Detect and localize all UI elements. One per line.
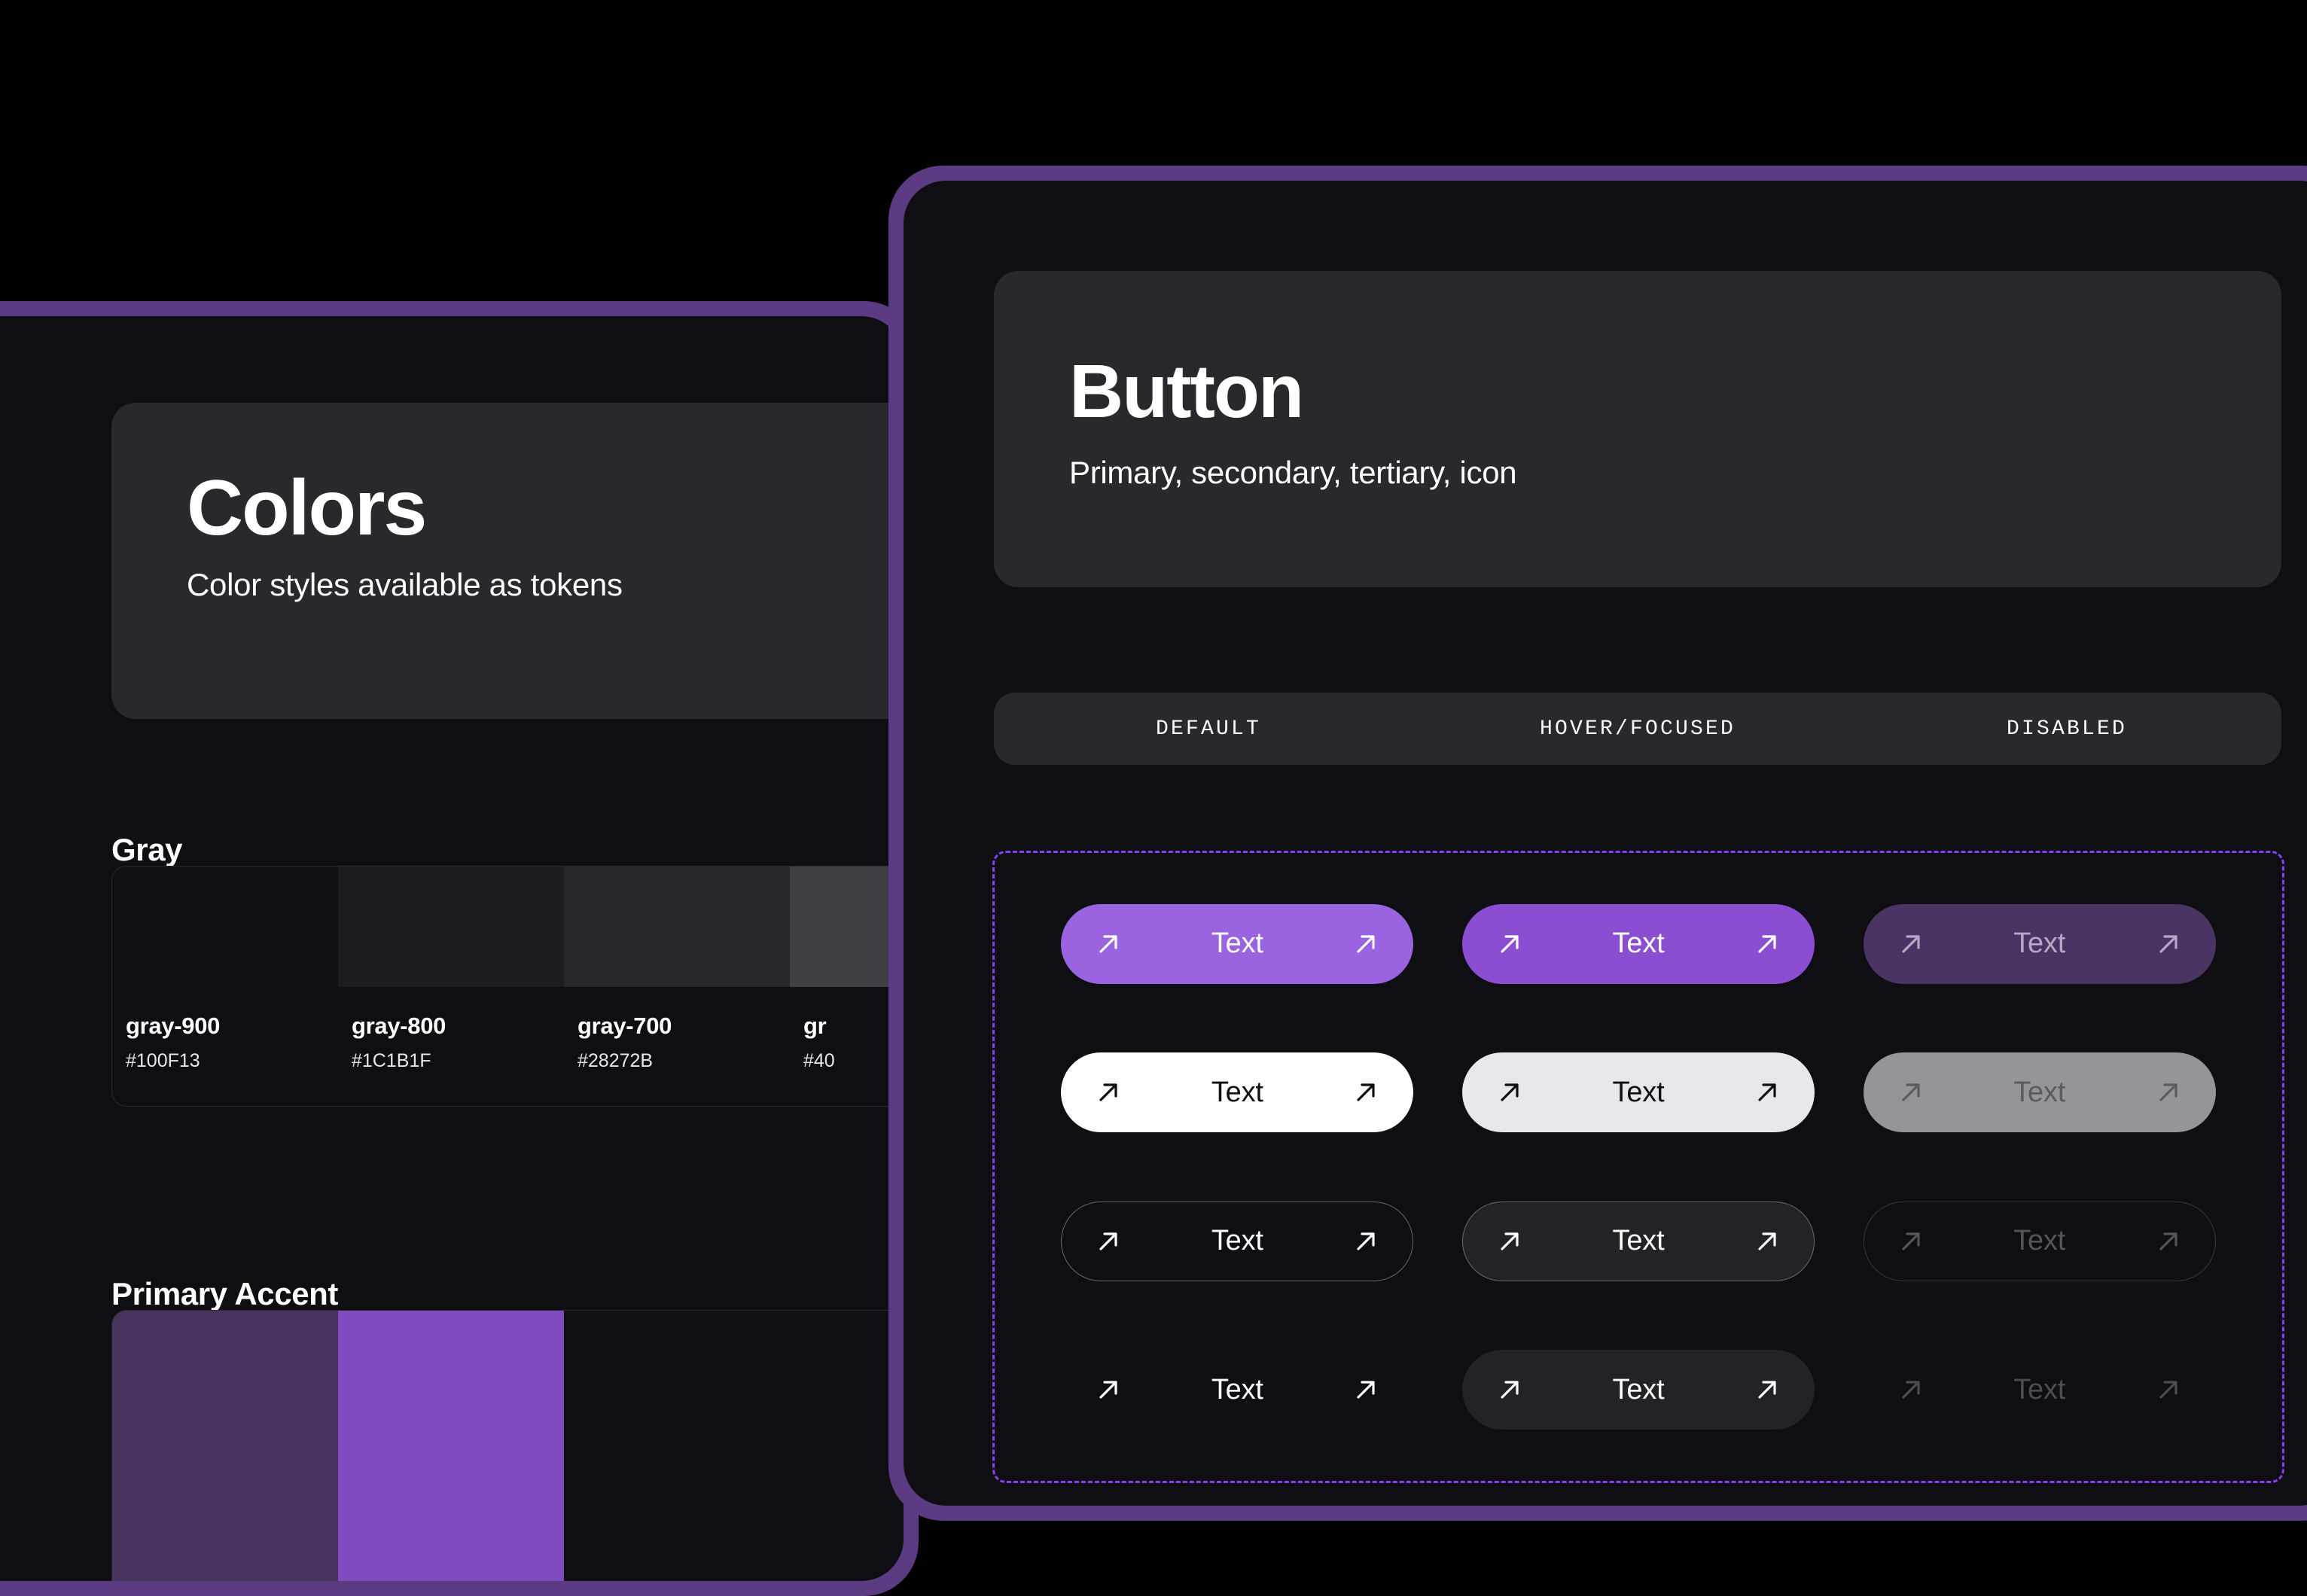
arrow-up-right-icon <box>1093 1077 1123 1107</box>
swatch-chip <box>112 1311 338 1581</box>
button-page-subtitle: Primary, secondary, tertiary, icon <box>1069 455 1517 490</box>
color-swatch[interactable] <box>112 1311 338 1581</box>
button-secondary-disabled: Text <box>1863 1052 2216 1133</box>
swatch-chip <box>338 867 564 987</box>
button-primary-disabled: Text <box>1863 903 2216 984</box>
arrow-up-right-icon <box>1495 929 1525 959</box>
button-ghost-disabled: Text <box>1864 1350 2216 1430</box>
button-variants-grid: Text Text Text Text Text Text Text Text … <box>992 851 2284 1483</box>
arrow-up-right-icon <box>1495 1226 1525 1256</box>
state-header-hover-focused: HOVER/FOCUSED <box>1539 717 1736 741</box>
arrow-up-right-icon <box>1896 1077 1926 1107</box>
swatch-chip <box>564 867 790 987</box>
swatch-hex: #28272B <box>578 1050 654 1071</box>
button-panel: Button Primary, secondary, tertiary, ico… <box>904 181 2307 1506</box>
swatch-name: gray-900 <box>126 1013 221 1039</box>
state-header-disabled: DISABLED <box>2006 717 2128 741</box>
arrow-up-right-icon <box>2153 929 2184 959</box>
arrow-up-right-icon <box>1896 929 1926 959</box>
section-heading-gray: Gray <box>111 832 183 867</box>
arrow-up-right-icon <box>2153 1077 2184 1107</box>
swatch-chip <box>338 1311 564 1581</box>
swatch-chip <box>790 867 904 987</box>
arrow-up-right-icon <box>2153 1226 2184 1256</box>
color-swatch[interactable]: gray-800 #1C1B1F <box>338 867 564 1106</box>
accent-swatch-group <box>111 1310 904 1581</box>
arrow-up-right-icon <box>1896 1226 1926 1256</box>
state-header-bar: DEFAULT HOVER/FOCUSED DISABLED <box>994 693 2281 765</box>
arrow-up-right-icon <box>1752 929 1782 959</box>
arrow-up-right-icon <box>1752 1226 1782 1256</box>
colors-panel-frame: Colors Color styles available as tokens … <box>0 301 919 1596</box>
colors-page-subtitle: Color styles available as tokens <box>187 567 623 602</box>
arrow-up-right-icon <box>1093 929 1123 959</box>
colors-page-title: Colors <box>187 464 427 552</box>
arrow-up-right-icon <box>1093 1226 1123 1256</box>
arrow-up-right-icon <box>1752 1077 1782 1107</box>
arrow-up-right-icon <box>1495 1077 1525 1107</box>
section-heading-primary-accent: Primary Accent <box>111 1276 338 1311</box>
swatch-name: gray-800 <box>352 1013 446 1039</box>
swatch-chip <box>112 867 338 987</box>
arrow-up-right-icon <box>1351 929 1381 959</box>
color-swatch[interactable]: gray-900 #100F13 <box>112 867 338 1106</box>
arrow-up-right-icon <box>2153 1375 2184 1405</box>
arrow-up-right-icon <box>1351 1077 1381 1107</box>
arrow-up-right-icon <box>1351 1375 1381 1405</box>
state-header-default: DEFAULT <box>1155 717 1262 741</box>
button-primary-default[interactable]: Text <box>1061 903 1414 984</box>
button-tertiary-default[interactable]: Text <box>1061 1201 1414 1281</box>
arrow-up-right-icon <box>1093 1375 1123 1405</box>
colors-panel: Colors Color styles available as tokens … <box>0 316 904 1581</box>
arrow-up-right-icon <box>1351 1226 1381 1256</box>
button-tertiary-hover[interactable]: Text <box>1461 1201 1815 1281</box>
button-secondary-hover[interactable]: Text <box>1461 1052 1815 1133</box>
swatch-hex: #100F13 <box>126 1050 200 1071</box>
button-page-title: Button <box>1069 349 1304 434</box>
button-panel-frame: Button Primary, secondary, tertiary, ico… <box>888 166 2307 1521</box>
button-hero-card: Button Primary, secondary, tertiary, ico… <box>994 271 2281 587</box>
button-primary-hover[interactable]: Text <box>1461 903 1815 984</box>
swatch-hex: #1C1B1F <box>352 1050 431 1071</box>
button-ghost-hover[interactable]: Text <box>1461 1350 1815 1430</box>
button-tertiary-disabled: Text <box>1863 1201 2216 1281</box>
colors-hero-card: Colors Color styles available as tokens <box>111 403 904 719</box>
color-swatch[interactable] <box>338 1311 564 1581</box>
color-swatch[interactable]: gray-700 #28272B <box>564 867 790 1106</box>
color-swatch[interactable]: gr #40 <box>790 867 904 1106</box>
arrow-up-right-icon <box>1896 1375 1926 1405</box>
gray-swatch-group: gray-900 #100F13 gray-800 #1C1B1F gray-7… <box>111 866 904 1107</box>
arrow-up-right-icon <box>1752 1375 1782 1405</box>
button-ghost-default[interactable]: Text <box>1061 1350 1413 1430</box>
swatch-name: gray-700 <box>578 1013 672 1039</box>
button-secondary-default[interactable]: Text <box>1061 1052 1414 1133</box>
arrow-up-right-icon <box>1495 1375 1525 1405</box>
